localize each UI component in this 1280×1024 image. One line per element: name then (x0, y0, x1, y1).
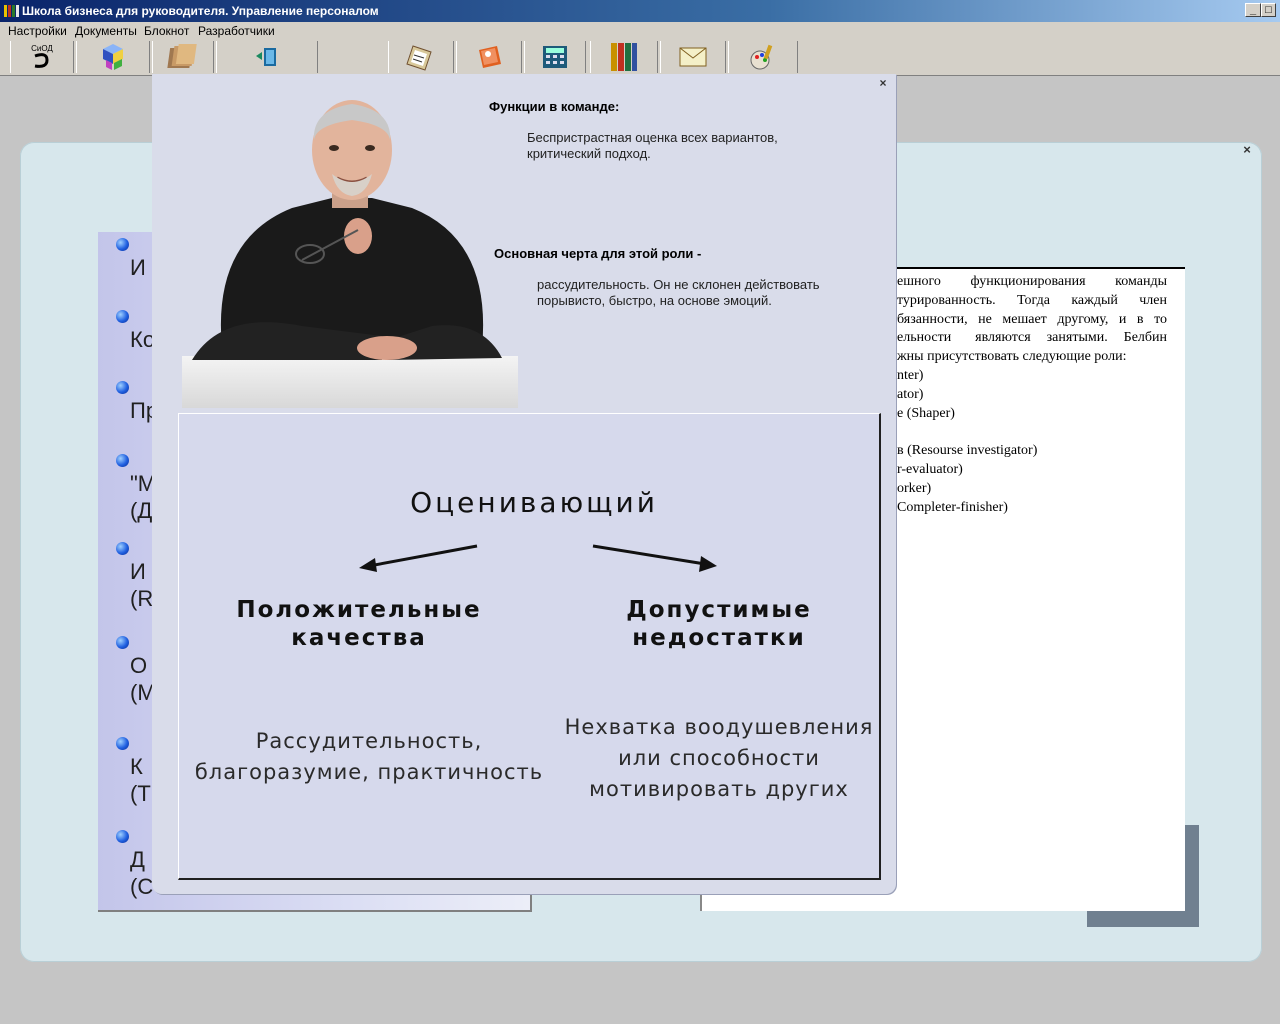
calculator-icon (543, 46, 567, 68)
menu-developers[interactable]: Разработчики (198, 24, 275, 38)
bullet-icon (116, 238, 129, 251)
menu-settings[interactable]: Настройки (8, 24, 67, 38)
address-book-icon (479, 46, 501, 68)
text-line: orker) (897, 481, 932, 496)
toolbar-button-logo[interactable]: СиОД (10, 41, 74, 73)
menu-bar: Настройки Документы Блокнот Разработчики (0, 22, 1280, 40)
cubes-icon (103, 44, 123, 70)
window-title: Школа бизнеса для руководителя. Управлен… (22, 4, 379, 18)
bullet-icon (116, 454, 129, 467)
toolbar: СиОД (0, 40, 1280, 76)
trait-text: рассудительность. Он не склонен действов… (537, 277, 820, 308)
functions-text: Беспристрастная оценка всех вариантов, к… (527, 130, 778, 161)
bullet-icon (116, 636, 129, 649)
toolbar-button-palette[interactable] (728, 41, 798, 73)
logo-icon: СиОД (31, 44, 53, 68)
toolbar-button-clipboard[interactable] (388, 41, 454, 73)
text-line: Completer-finisher) (897, 500, 1008, 515)
arrow-right-icon (592, 544, 717, 572)
toolbar-button-books[interactable] (590, 41, 658, 73)
toolbar-button-address-book[interactable] (456, 41, 522, 73)
text-line: nter) (897, 368, 924, 383)
folders-icon (167, 44, 197, 68)
weaknesses-title: Допустимые недостатки (626, 597, 812, 651)
positive-qualities-text: Рассудительность, благоразумие, практичн… (194, 729, 544, 784)
bullet-icon (116, 737, 129, 750)
text-line: жны присутствовать следующие роли: (897, 349, 1127, 364)
toolbar-button-calculator[interactable] (524, 41, 586, 73)
title-bar: Школа бизнеса для руководителя. Управлен… (0, 0, 1280, 22)
text-line: ator) (897, 387, 924, 402)
toolbar-button-exit[interactable] (216, 41, 318, 73)
books-icon (611, 43, 637, 71)
list-item-text: Д (С (130, 847, 154, 899)
text-line: r-evaluator) (897, 462, 963, 477)
text-line: ешного функционирования команды (897, 274, 1167, 289)
text-line: ельности являются занятыми. Белбин (897, 330, 1167, 345)
trait-heading: Основная черта для этой роли - (494, 246, 702, 261)
text-line: в (Resourse investigator) (897, 443, 1038, 458)
workspace-close-button[interactable]: × (1241, 143, 1253, 156)
positive-qualities-title: Положительные качества (236, 597, 482, 651)
list-item-text: К (Т (130, 754, 151, 806)
toolbar-button-mail[interactable] (660, 41, 726, 73)
toolbar-button-folders[interactable] (152, 41, 214, 73)
text-line: e (Shaper) (897, 406, 955, 421)
exit-door-icon (256, 48, 276, 66)
list-item-text: И (130, 255, 146, 280)
bullet-icon (116, 830, 129, 843)
diagram-arrows (359, 544, 717, 572)
popup-close-button[interactable]: × (877, 77, 889, 89)
portrait-image (182, 100, 518, 408)
toolbar-button-cubes[interactable] (76, 41, 150, 73)
logo-text: СиОД (31, 44, 53, 53)
menu-notepad[interactable]: Блокнот (144, 24, 189, 38)
text-line: бязанности, не мешает другому, и в то (897, 312, 1167, 327)
role-popup: × Функции в команде: Беспристрастная оце… (152, 74, 896, 894)
envelope-icon (679, 47, 707, 67)
menu-documents[interactable]: Документы (75, 24, 137, 38)
role-diagram-box: Оценивающий Положительные качества Допус… (178, 413, 881, 880)
minimize-button[interactable]: _ (1245, 3, 1261, 17)
role-title: Оценивающий (410, 486, 658, 519)
bullet-icon (116, 310, 129, 323)
maximize-button[interactable]: □ (1261, 3, 1276, 17)
arrow-left-icon (359, 544, 478, 572)
palette-icon (750, 44, 773, 70)
list-item-text: И (R (130, 559, 154, 611)
functions-heading: Функции в команде: (489, 99, 620, 114)
clipboard-icon (406, 45, 432, 71)
books-app-icon (4, 5, 19, 17)
text-line: турированность. Тогда каждый член (897, 293, 1167, 308)
bullet-icon (116, 542, 129, 555)
weaknesses-text: Нехватка воодушевления или способности м… (564, 715, 874, 801)
bullet-icon (116, 381, 129, 394)
